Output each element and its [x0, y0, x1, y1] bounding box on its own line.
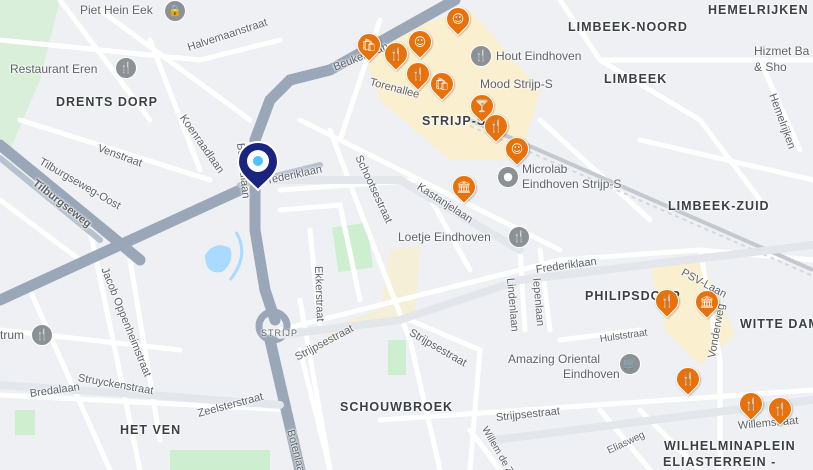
poi-microlab-line2[interactable]: Eindhoven Strijp-S [522, 177, 621, 191]
cart-icon[interactable]: 🛒 [619, 353, 641, 375]
area-label-het-ven: HET VEN [120, 423, 182, 437]
restaurant-icon[interactable]: 🍴 [508, 226, 530, 248]
poi-microlab-line1[interactable]: Microlab [522, 162, 567, 176]
area-label-limbeek-zuid: LIMBEEK-ZUID [668, 199, 770, 213]
poi-hizmet-line1[interactable]: Hizmet Ba [754, 44, 809, 58]
area-label-witte-dame: WITTE DAM [740, 317, 813, 331]
area-label-drents-dorp: DRENTS DORP [56, 95, 158, 109]
poi-restaurant-eren[interactable]: Restaurant Eren [10, 62, 97, 76]
poi-hizmet-line2[interactable]: & Sho [754, 60, 787, 74]
area-label-wilhelminaplein: WILHELMINAPLEIN [664, 439, 796, 453]
poi-trum[interactable]: trum [0, 328, 24, 342]
poi-loetje-eindhoven[interactable]: Loetje Eindhoven [398, 230, 491, 244]
street-label-ekkerstraat: Ekkerstraat [312, 265, 326, 322]
location-dot-icon[interactable]: ● [497, 166, 519, 188]
poi-amazing-oriental-line1[interactable]: Amazing Oriental [508, 352, 600, 366]
area-label-eliasterrein: ELIASTERREIN - [663, 455, 777, 469]
area-label-schouwbroek: SCHOUWBROEK [340, 400, 454, 414]
restaurant-icon[interactable]: 🍴 [470, 45, 492, 67]
poi-mood-strijp-s[interactable]: Mood Strijp-S [480, 77, 553, 91]
poi-hout-eindhoven[interactable]: Hout Eindhoven [496, 49, 581, 63]
poi-piet-hein-eek[interactable]: Piet Hein Eek [80, 3, 153, 17]
restaurant-icon[interactable]: 🍴 [115, 57, 137, 79]
selected-location-pin-icon[interactable] [236, 140, 280, 192]
lock-icon[interactable]: 🔒 [164, 0, 186, 22]
area-label-hemelrijken: HEMELRIJKEN [708, 3, 809, 17]
area-label-limbeek: LIMBEEK [604, 72, 668, 86]
area-label-strijp: STRIJP [261, 328, 299, 338]
restaurant-icon[interactable]: 🍴 [31, 324, 53, 346]
poi-amazing-oriental-line2[interactable]: Eindhoven [563, 367, 620, 381]
map-canvas[interactable]: LIMBEEK-NOORD HEMELRIJKEN LIMBEEK DRENTS… [0, 0, 813, 470]
area-label-limbeek-noord: LIMBEEK-NOORD [568, 20, 688, 34]
